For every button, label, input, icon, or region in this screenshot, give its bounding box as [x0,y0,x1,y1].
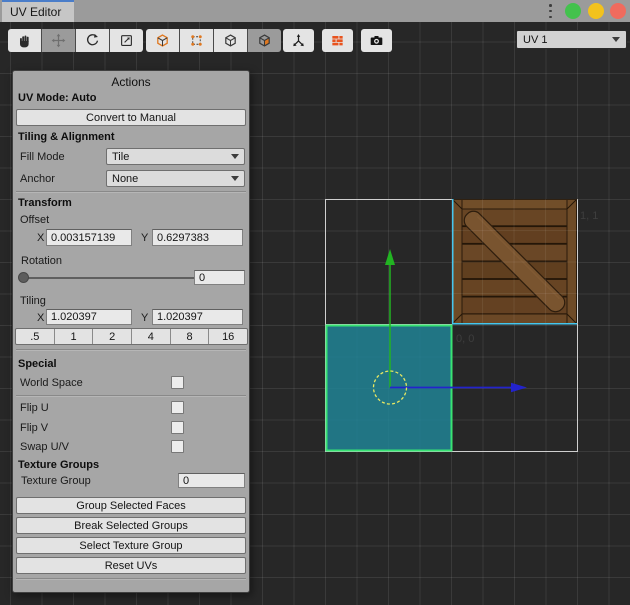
render-uv-button[interactable] [361,29,392,52]
tiling-y-label: Y [141,312,148,324]
tiling-x-field[interactable]: 1.020397 [46,309,132,325]
scale-tool-button[interactable] [110,29,143,52]
cube-outline-icon [155,33,170,48]
pan-tool-button[interactable] [8,29,41,52]
transform-header: Transform [18,197,72,209]
anchor-dropdown[interactable]: None [106,170,245,187]
offset-x-field[interactable]: 0.003157139 [46,229,132,246]
offset-label: Offset [20,214,49,226]
swap-uv-label: Swap U/V [20,441,69,453]
group-selected-faces-button[interactable]: Group Selected Faces [16,497,246,514]
window-button-yellow[interactable] [588,3,604,19]
convert-to-manual-button[interactable]: Convert to Manual [16,109,246,126]
preset-4-button[interactable]: 4 [132,329,170,344]
texture-group-field[interactable]: 0 [178,473,245,488]
chevron-down-icon [612,37,620,42]
grid-unit-label: 1, 1 [580,210,598,222]
rotation-value-field[interactable]: 0 [194,270,245,285]
break-selected-groups-button[interactable]: Break Selected Groups [16,517,246,534]
edge-mode-button[interactable] [214,29,247,52]
chevron-down-icon [231,154,239,159]
texture-groups-header: Texture Groups [18,459,99,471]
rotation-slider-track[interactable] [20,277,198,279]
face-mode-button[interactable] [248,29,281,52]
actions-panel: Actions UV Mode: Auto Convert to Manual … [12,70,250,593]
preset-1-button[interactable]: 1 [55,329,93,344]
rotation-label: Rotation [21,255,62,267]
tiling-label: Tiling [20,295,46,307]
preset-2-button[interactable]: 2 [93,329,131,344]
offset-y-field[interactable]: 0.6297383 [152,229,243,246]
uv-mode-label: UV Mode: Auto [18,92,96,104]
special-header: Special [18,358,57,370]
preset-half-button[interactable]: .5 [16,329,54,344]
panel-title: Actions [13,75,249,89]
flip-v-checkbox[interactable] [171,421,184,434]
tab-uv-editor[interactable]: UV Editor [2,0,74,22]
tiling-alignment-header: Tiling & Alignment [18,131,115,143]
preset-8-button[interactable]: 8 [171,329,209,344]
fill-mode-dropdown[interactable]: Tile [106,148,245,165]
offset-x-label: X [37,232,44,244]
flip-v-label: Flip V [20,422,48,434]
fill-mode-value: Tile [112,151,129,163]
offset-y-label: Y [141,232,148,244]
tiling-presets: .5 1 2 4 8 16 [15,328,248,345]
cube-face-icon [257,33,272,48]
mode-tool-group [146,29,281,52]
flip-u-checkbox[interactable] [171,401,184,414]
preset-16-button[interactable]: 16 [209,329,247,344]
chevron-down-icon [231,176,239,181]
flip-u-label: Flip U [20,402,49,414]
divider [16,578,246,580]
tab-title: UV Editor [10,5,61,19]
divider [16,395,246,397]
nav-tool-group [8,29,143,52]
fill-mode-label: Fill Mode [20,151,65,163]
unwrap-arrows-icon [291,33,306,48]
divider [16,191,246,193]
texture-group-label: Texture Group [21,475,91,487]
world-space-label: World Space [20,377,83,389]
world-space-checkbox[interactable] [171,376,184,389]
reset-uvs-button[interactable]: Reset UVs [16,557,246,574]
rotate-tool-button[interactable] [76,29,109,52]
rotate-icon [85,33,100,48]
move-arrows-icon [51,33,66,48]
anchor-label: Anchor [20,173,55,185]
tiling-x-label: X [37,312,44,324]
title-bar: UV Editor [0,0,630,22]
uv-channel-value: UV 1 [523,34,547,46]
select-texture-group-button[interactable]: Select Texture Group [16,537,246,554]
camera-icon [369,33,384,48]
uv-editor-window: 0, 0 1, 1 UV Editor [0,0,630,605]
uv-channel-dropdown[interactable]: UV 1 [516,30,627,49]
object-mode-button[interactable] [146,29,179,52]
swap-uv-checkbox[interactable] [171,440,184,453]
vertex-mode-button[interactable] [180,29,213,52]
cube-edge-icon [223,33,238,48]
texture-group-button[interactable] [322,29,353,52]
window-button-red[interactable] [610,3,626,19]
hand-icon [17,33,32,48]
divider [16,349,246,351]
anchor-value: None [112,173,138,185]
vertex-select-icon [189,33,204,48]
rotation-slider-handle[interactable] [18,272,29,283]
grid-origin-label: 0, 0 [456,333,474,345]
scale-icon [119,33,134,48]
project-uv-button[interactable] [283,29,314,52]
bricks-icon [330,33,345,48]
window-button-green[interactable] [565,3,581,19]
move-tool-button[interactable] [42,29,75,52]
tiling-y-field[interactable]: 1.020397 [152,309,243,325]
kebab-menu-icon[interactable] [549,4,553,18]
